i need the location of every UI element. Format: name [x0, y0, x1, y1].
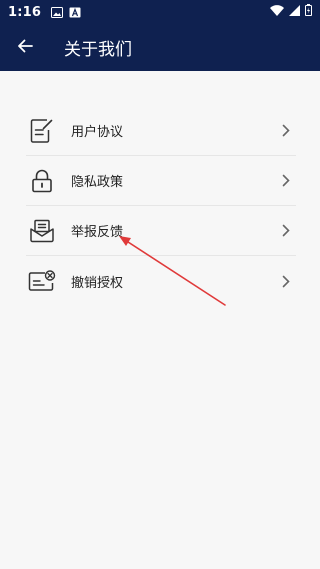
page-title: 关于我们 — [64, 40, 132, 60]
toolbar: 关于我们 — [0, 24, 320, 71]
menu-item-report-feedback[interactable]: 举报反馈 — [26, 206, 296, 256]
mail-report-icon — [26, 215, 58, 247]
chevron-right-icon — [282, 224, 290, 237]
menu-item-label: 撤销授权 — [71, 275, 124, 291]
menu-item-label: 举报反馈 — [71, 225, 124, 240]
battery-icon — [305, 4, 312, 20]
document-edit-icon — [26, 115, 58, 147]
menu-item-revoke-authorization[interactable]: 撤销授权 — [26, 256, 296, 306]
menu-item-privacy-policy[interactable]: 隐私政策 — [26, 156, 296, 206]
status-time: 1:16 — [8, 4, 42, 20]
wifi-icon — [270, 4, 284, 20]
signal-icon — [289, 4, 300, 20]
chevron-right-icon — [282, 275, 290, 288]
menu-item-label: 用户协议 — [71, 125, 124, 140]
app-header: 1:16 关于我们 — [0, 0, 320, 71]
menu-item-user-agreement[interactable]: 用户协议 — [26, 106, 296, 156]
lock-icon — [26, 165, 58, 197]
about-menu-list: 用户协议 隐私政策 举报反馈 撤销授权 — [26, 106, 296, 306]
arrow-left-icon — [17, 38, 33, 57]
chevron-right-icon — [282, 124, 290, 137]
revoke-card-icon — [26, 265, 58, 297]
status-bar: 1:16 — [0, 0, 320, 24]
image-icon — [51, 6, 64, 18]
back-button[interactable] — [0, 24, 50, 71]
chevron-right-icon — [282, 174, 290, 187]
text-a-icon — [69, 7, 81, 18]
menu-item-label: 隐私政策 — [71, 175, 124, 190]
